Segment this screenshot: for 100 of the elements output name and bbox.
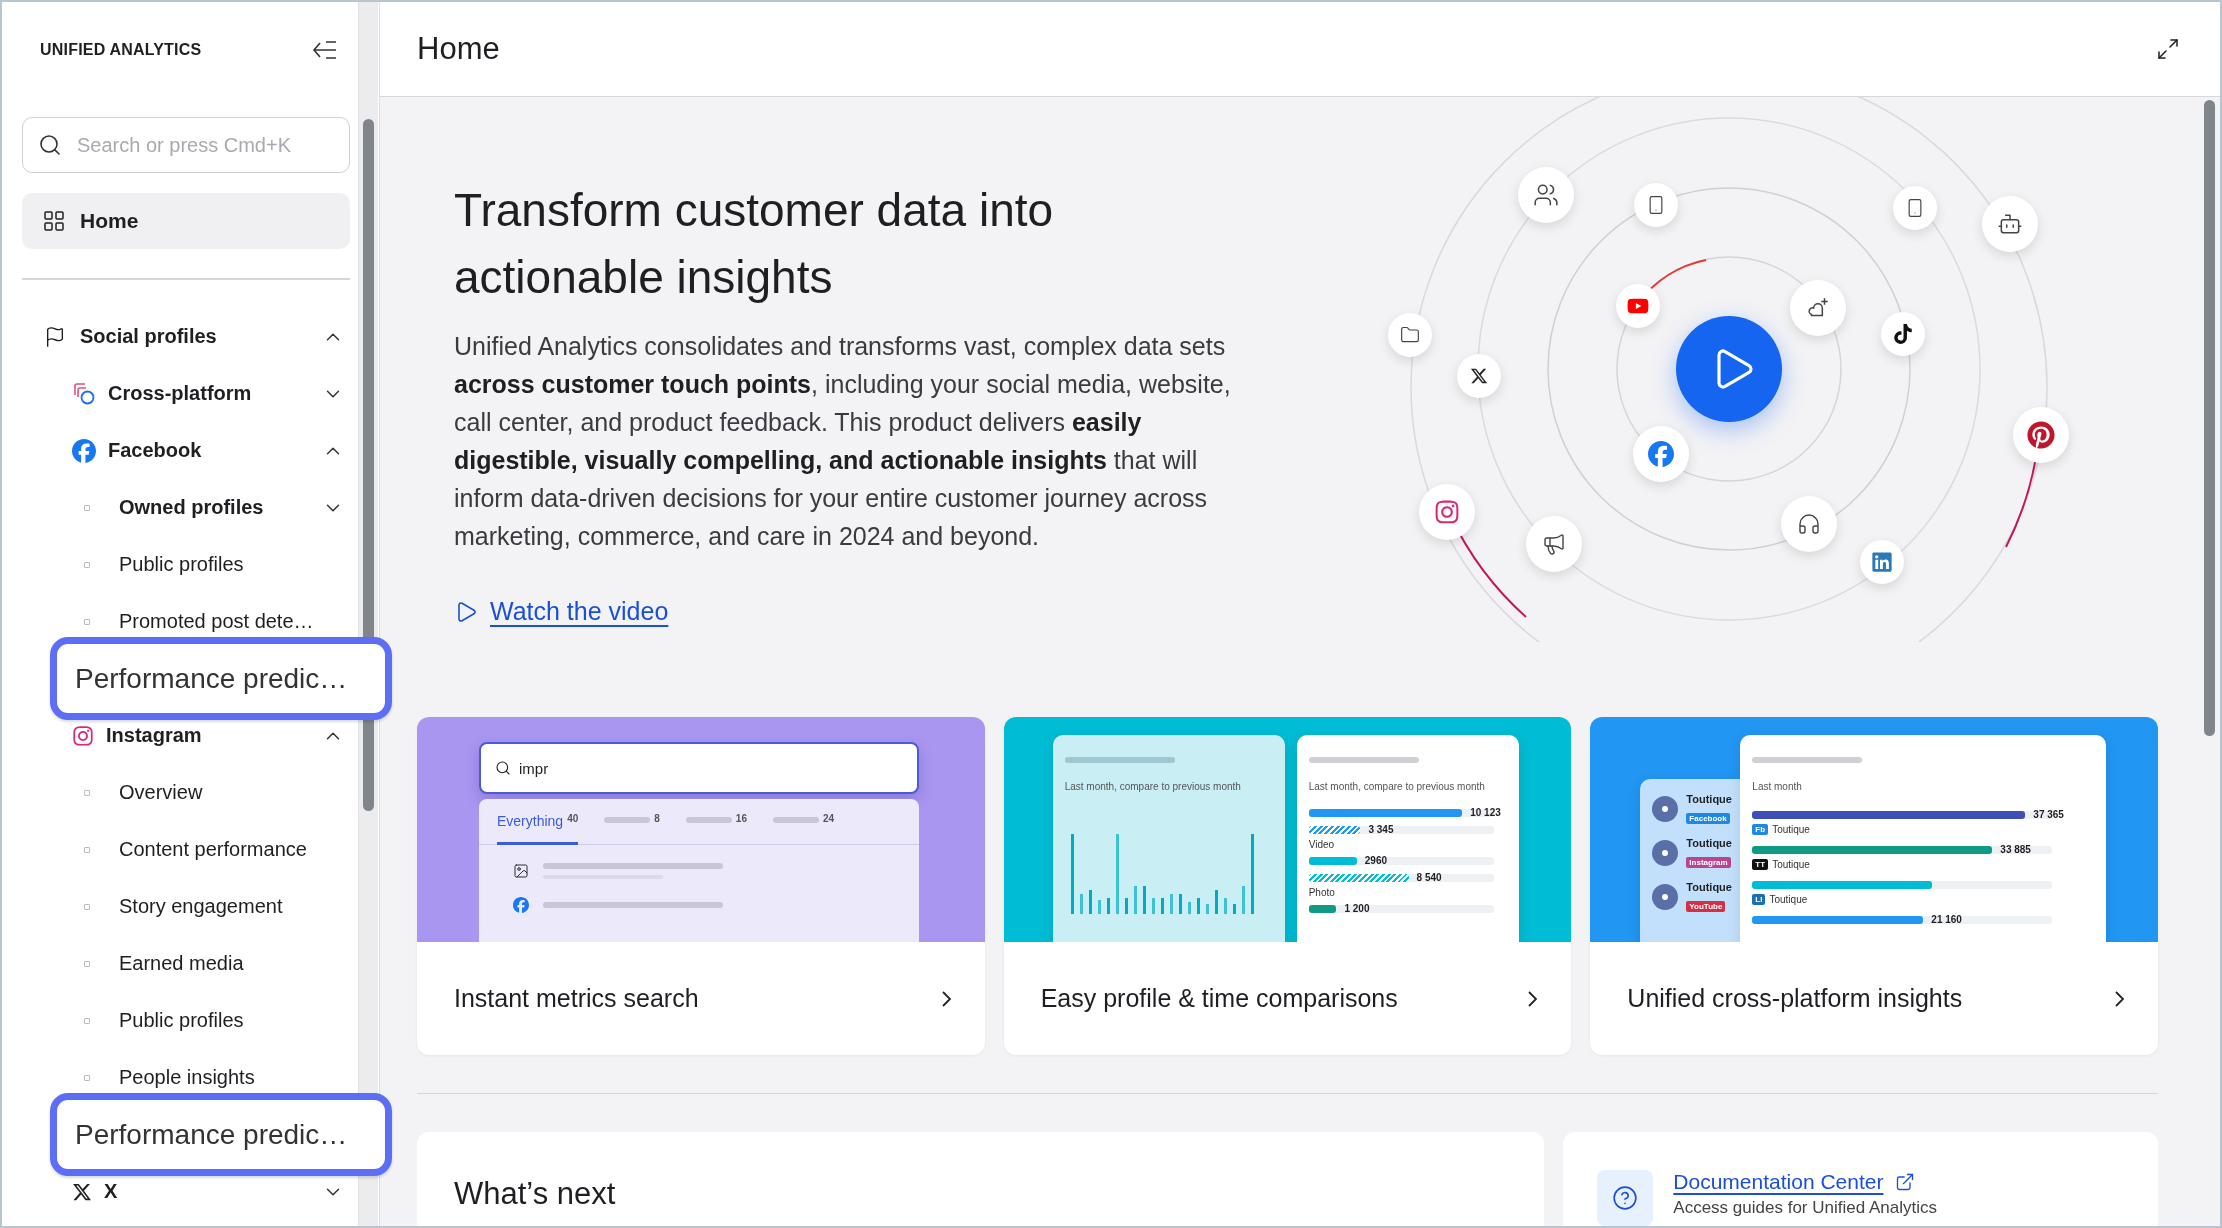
bullet-icon (84, 846, 90, 853)
search-icon (38, 133, 62, 157)
instagram-icon (1419, 484, 1475, 540)
card-title: Instant metrics search (454, 984, 699, 1013)
nav-item[interactable]: Content performance (119, 838, 344, 861)
bar-value: 10 123 (1470, 806, 1501, 818)
profile-name: Toutique (1686, 793, 1732, 805)
external-link-icon (1895, 1172, 1916, 1192)
bar-value: 37 365 (2033, 808, 2064, 820)
home-nav-item[interactable]: Home (22, 193, 350, 249)
feature-card[interactable]: impr Everything 40 8 16 24 Instant metrics search (417, 717, 985, 1055)
result-tab[interactable]: 16 (685, 813, 747, 845)
feature-card[interactable]: Last month, compare to previous month Last month, compare to previous month 10 123 3 345 Video 2960 8 540 Photo 1 200 Easy profile & time comparisons (1003, 717, 1572, 1055)
chart-bar (1079, 894, 1083, 914)
avatar-icon (1652, 840, 1679, 866)
search-field[interactable]: impr (479, 742, 919, 794)
overlapping-shapes-icon (72, 381, 96, 406)
platform-tag: TT (1752, 859, 1769, 870)
result-tab[interactable]: Everything 40 (497, 813, 579, 845)
bullet-icon (84, 1074, 90, 1081)
chart-bar (1169, 894, 1173, 914)
nav-item[interactable]: Earned media (119, 952, 344, 975)
chart-bar (1160, 898, 1164, 914)
nav-item[interactable]: Public profiles (119, 553, 344, 576)
chart-bar (1187, 902, 1191, 914)
facebook-icon (513, 897, 529, 913)
bar-group-label: Photo (1308, 887, 1336, 898)
youtube-icon (1616, 284, 1660, 328)
robot-icon (1982, 196, 2038, 252)
app-title: UNIFIED ANALYTICS (40, 40, 202, 59)
headphones-icon (1781, 496, 1837, 552)
people-icon (1518, 167, 1574, 223)
result-tab[interactable]: 24 (772, 813, 835, 845)
cloud-plus-icon (1790, 280, 1846, 336)
card-title: Easy profile & time comparisons (1040, 984, 1398, 1013)
nav-section[interactable]: Social profiles (80, 325, 322, 348)
x-icon (1457, 354, 1501, 398)
chart-bar (1223, 898, 1227, 914)
help-icon (1597, 1170, 1654, 1226)
chevron-right-icon (2115, 990, 2124, 1007)
feature-card[interactable]: Toutique Facebook Toutique Instagram Toutique YouTube Last month 37 365 Fb Toutique 33 885 TT Toutique LI Toutique 21 160 Unified cross-platform insights (1590, 717, 2158, 1055)
chart-bar (1133, 886, 1137, 914)
profile-name: Toutique (1769, 894, 1808, 905)
platform-tag: Instagram (1686, 857, 1731, 868)
highlighted-nav-item[interactable]: Performance predic… (50, 637, 392, 720)
chart-bar (1106, 898, 1110, 914)
facebook-icon (1633, 426, 1689, 482)
nav-item[interactable]: Overview (119, 781, 344, 804)
nav-item[interactable]: People insights (119, 1066, 344, 1089)
collapse-sidebar-icon[interactable] (312, 38, 338, 61)
documentation-link[interactable]: Documentation Center (1673, 1170, 1916, 1194)
nav-item[interactable]: Promoted post dete… (119, 610, 344, 633)
play-button[interactable] (1676, 316, 1782, 422)
bullet-icon (84, 561, 90, 568)
profile-name: Toutique (1686, 881, 1732, 893)
tiktok-icon (1881, 312, 1925, 356)
watch-video-link[interactable]: Watch the video (454, 597, 669, 626)
nav-item[interactable]: Instagram (106, 724, 322, 747)
chart-bar (1178, 894, 1182, 914)
highlighted-nav-item[interactable]: Performance predic… (50, 1093, 392, 1176)
hero-description: Unified Analytics consolidates and transforms vast, complex data sets across customer touch points, including your social media, website, call center, and product feedback. This product delivers easily digestible, visually compelling, and actionable insights that will inform data-driven decisions for your entire customer journey across marketing, commerce, and care in 2024 and beyond. (454, 331, 1232, 552)
platform-tag: YouTube (1686, 901, 1726, 912)
nav-item[interactable]: Public profiles (119, 1009, 344, 1032)
bullet-icon (84, 960, 90, 967)
avatar-icon (1652, 884, 1679, 910)
nav-item[interactable]: X (104, 1180, 322, 1203)
chart-caption: Last month, compare to previous month (1308, 781, 1486, 792)
chart-bar (1142, 886, 1146, 914)
phone-icon (1634, 183, 1678, 227)
bar-value: 3 345 (1368, 823, 1394, 835)
result-tab[interactable]: 8 (604, 813, 660, 845)
search-field[interactable]: Search or press Cmd+K (22, 117, 350, 173)
avatar-icon (1652, 796, 1679, 822)
section-title: What’s next (454, 1176, 617, 1212)
bar-value: 33 885 (2000, 843, 2031, 855)
flag-icon (44, 325, 66, 348)
bar-value: 21 160 (1931, 913, 1962, 925)
expand-icon[interactable] (2156, 37, 2180, 61)
bullet-icon (84, 903, 90, 910)
nav-item[interactable]: Story engagement (119, 895, 344, 918)
x-icon (72, 1181, 92, 1202)
chevron-right-icon (941, 990, 951, 1007)
chevron-right-icon (1528, 990, 1538, 1007)
page-title: Home (417, 31, 500, 67)
chart-bar (1232, 904, 1236, 914)
chart-caption: Last month (1752, 781, 1803, 792)
search-icon (495, 760, 511, 776)
image-icon (513, 863, 529, 879)
resource-description: Access guides for Unified Analytics (1673, 1198, 1937, 1218)
chart-bar (1124, 898, 1128, 914)
folder-icon (1388, 313, 1432, 357)
nav-item[interactable]: Owned profiles (119, 496, 322, 519)
nav-item[interactable]: Facebook (108, 439, 322, 462)
card-title: Unified cross-platform insights (1627, 984, 1963, 1013)
chart-bar (1151, 898, 1155, 914)
megaphone-icon (1526, 516, 1582, 572)
chart-bar (1241, 886, 1245, 914)
nav-item[interactable]: Cross-platform (108, 382, 322, 405)
pinterest-icon (2013, 407, 2069, 463)
grid-icon (42, 209, 66, 233)
